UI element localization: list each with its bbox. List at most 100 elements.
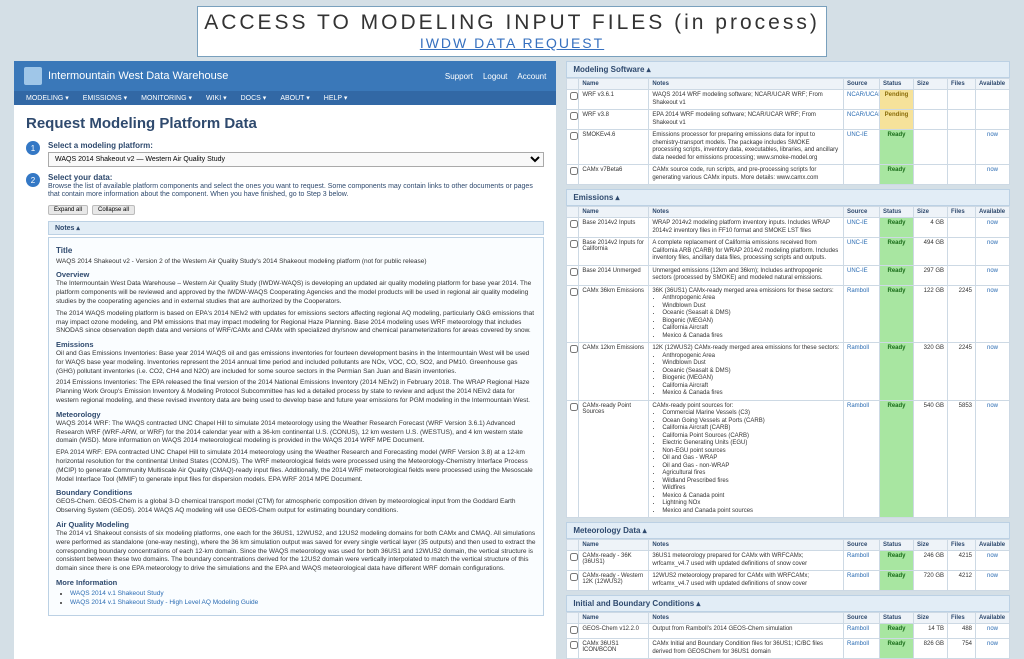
brand-name: Intermountain West Data Warehouse — [48, 70, 228, 82]
table-row: CAMx-ready - 36K (36US1)36US1 meteorolog… — [567, 551, 1010, 571]
row-available[interactable] — [976, 110, 1010, 130]
row-select-checkbox[interactable] — [570, 641, 578, 649]
row-status: Ready — [880, 238, 914, 266]
row-available[interactable]: now — [976, 639, 1010, 659]
row-select-checkbox[interactable] — [570, 92, 578, 100]
row-source[interactable]: NCAR/UCAR — [844, 110, 880, 130]
row-files: 5853 — [948, 400, 976, 518]
row-source[interactable]: Ramboll — [844, 285, 880, 343]
row-select-checkbox[interactable] — [570, 220, 578, 228]
row-available[interactable]: now — [976, 551, 1010, 571]
step-2: 2 Select your data: Browse the list of a… — [14, 170, 556, 203]
row-source[interactable]: NCAR/UCAR — [844, 90, 880, 110]
notes-toggle[interactable]: Notes ▴ — [48, 221, 544, 235]
row-available[interactable]: now — [976, 400, 1010, 518]
more-link-1[interactable]: WAQS 2014 v.1 Shakeout Study — [70, 590, 164, 597]
row-source[interactable]: Ramboll — [844, 343, 880, 401]
row-source[interactable]: Ramboll — [844, 400, 880, 518]
row-available[interactable]: now — [976, 285, 1010, 343]
table-row: Base 2014v2 Inputs for CaliforniaA compl… — [567, 238, 1010, 266]
row-select-checkbox[interactable] — [570, 626, 578, 634]
platform-select[interactable]: WAQS 2014 Shakeout v2 — Western Air Qual… — [48, 152, 544, 167]
row-select-checkbox[interactable] — [570, 167, 578, 175]
row-source[interactable]: UNC-IE — [844, 238, 880, 266]
step-1-badge: 1 — [26, 141, 40, 155]
row-source[interactable] — [844, 165, 880, 185]
row-available[interactable]: now — [976, 343, 1010, 401]
support-link[interactable]: Support — [445, 72, 473, 81]
row-source[interactable]: UNC-IE — [844, 265, 880, 285]
logout-link[interactable]: Logout — [483, 72, 507, 81]
row-select-checkbox[interactable] — [570, 573, 578, 581]
overview-heading: Overview — [56, 270, 536, 280]
row-select-checkbox[interactable] — [570, 553, 578, 561]
more-link-2[interactable]: WAQS 2014 v.1 Shakeout Study - High Leve… — [70, 599, 258, 606]
nav-monitoring[interactable]: MONITORING ▾ — [141, 94, 192, 102]
row-available[interactable]: now — [976, 238, 1010, 266]
row-size: 122 GB — [914, 285, 948, 343]
meteorology-heading: Meteorology — [56, 410, 536, 420]
row-name: Base 2014 Unmerged — [579, 265, 649, 285]
row-select-checkbox[interactable] — [570, 288, 578, 296]
table-row: WRF v3.6.1WAQS 2014 WRF modeling softwar… — [567, 90, 1010, 110]
nav-help[interactable]: HELP ▾ — [324, 94, 348, 102]
row-source[interactable]: UNC-IE — [844, 218, 880, 238]
row-select-checkbox[interactable] — [570, 268, 578, 276]
row-size — [914, 110, 948, 130]
row-status: Pending — [880, 90, 914, 110]
row-name: CAMx-ready - 36K (36US1) — [579, 551, 649, 571]
row-notes: 12WUS2 meteorology prepared for CAMx wit… — [649, 571, 844, 591]
row-available[interactable] — [976, 90, 1010, 110]
row-select-checkbox[interactable] — [570, 345, 578, 353]
row-source[interactable]: UNC-IE — [844, 130, 880, 165]
row-available[interactable]: now — [976, 165, 1010, 185]
row-available[interactable]: now — [976, 218, 1010, 238]
row-select-checkbox[interactable] — [570, 132, 578, 140]
row-available[interactable]: now — [976, 265, 1010, 285]
step-1: 1 Select a modeling platform: WAQS 2014 … — [14, 138, 556, 170]
expand-all-button[interactable]: Expand all — [48, 205, 88, 215]
section-header[interactable]: Emissions ▴ — [566, 189, 1010, 206]
row-available[interactable]: now — [976, 130, 1010, 165]
row-available[interactable]: now — [976, 624, 1010, 639]
row-size: 720 GB — [914, 571, 948, 591]
emissions-p2: 2014 Emissions Inventories: The EPA rele… — [56, 379, 536, 405]
nav-wiki[interactable]: WIKI ▾ — [206, 94, 227, 102]
row-source[interactable]: Ramboll — [844, 551, 880, 571]
row-size: 320 GB — [914, 343, 948, 401]
row-available[interactable]: now — [976, 571, 1010, 591]
row-select-checkbox[interactable] — [570, 240, 578, 248]
nav-emissions[interactable]: EMISSIONS ▾ — [83, 94, 127, 102]
row-name: CAMx-ready Point Sources — [579, 400, 649, 518]
row-files — [948, 110, 976, 130]
app-header: Intermountain West Data Warehouse Suppor… — [14, 61, 556, 91]
row-files: 2245 — [948, 343, 976, 401]
row-status: Pending — [880, 110, 914, 130]
row-size — [914, 165, 948, 185]
row-size: 826 GB — [914, 639, 948, 659]
row-select-checkbox[interactable] — [570, 403, 578, 411]
row-notes: WRAP 2014v2 modeling platform inventory … — [649, 218, 844, 238]
row-source[interactable]: Ramboll — [844, 639, 880, 659]
components-panel: Modeling Software ▴NameNotesSourceStatus… — [566, 61, 1010, 659]
nav-modeling[interactable]: MODELING ▾ — [26, 94, 69, 102]
step-2-desc: Browse the list of available platform co… — [48, 183, 544, 200]
account-link[interactable]: Account — [517, 72, 546, 81]
table-row: CAMx 36km Emissions36K (36US1) CAMx-read… — [567, 285, 1010, 343]
row-select-checkbox[interactable] — [570, 112, 578, 120]
overview-p2: The 2014 WAQS modeling platform is based… — [56, 310, 536, 336]
section-header[interactable]: Modeling Software ▴ — [566, 61, 1010, 78]
row-status: Ready — [880, 130, 914, 165]
nav-docs[interactable]: DOCS ▾ — [241, 94, 267, 102]
row-source[interactable]: Ramboll — [844, 571, 880, 591]
row-notes: CAMx Initial and Boundary Condition file… — [649, 639, 844, 659]
aqm-p: The 2014 v1 Shakeout consists of six mod… — [56, 530, 536, 574]
collapse-all-button[interactable]: Collapse all — [92, 205, 135, 215]
row-status: Ready — [880, 551, 914, 571]
iwdw-link[interactable]: IWDW DATA REQUEST — [420, 35, 604, 51]
section-header[interactable]: Meteorology Data ▴ — [566, 522, 1010, 539]
user-links: Support Logout Account — [445, 72, 546, 81]
row-source[interactable]: Ramboll — [844, 624, 880, 639]
section-header[interactable]: Initial and Boundary Conditions ▴ — [566, 595, 1010, 612]
nav-about[interactable]: ABOUT ▾ — [280, 94, 309, 102]
